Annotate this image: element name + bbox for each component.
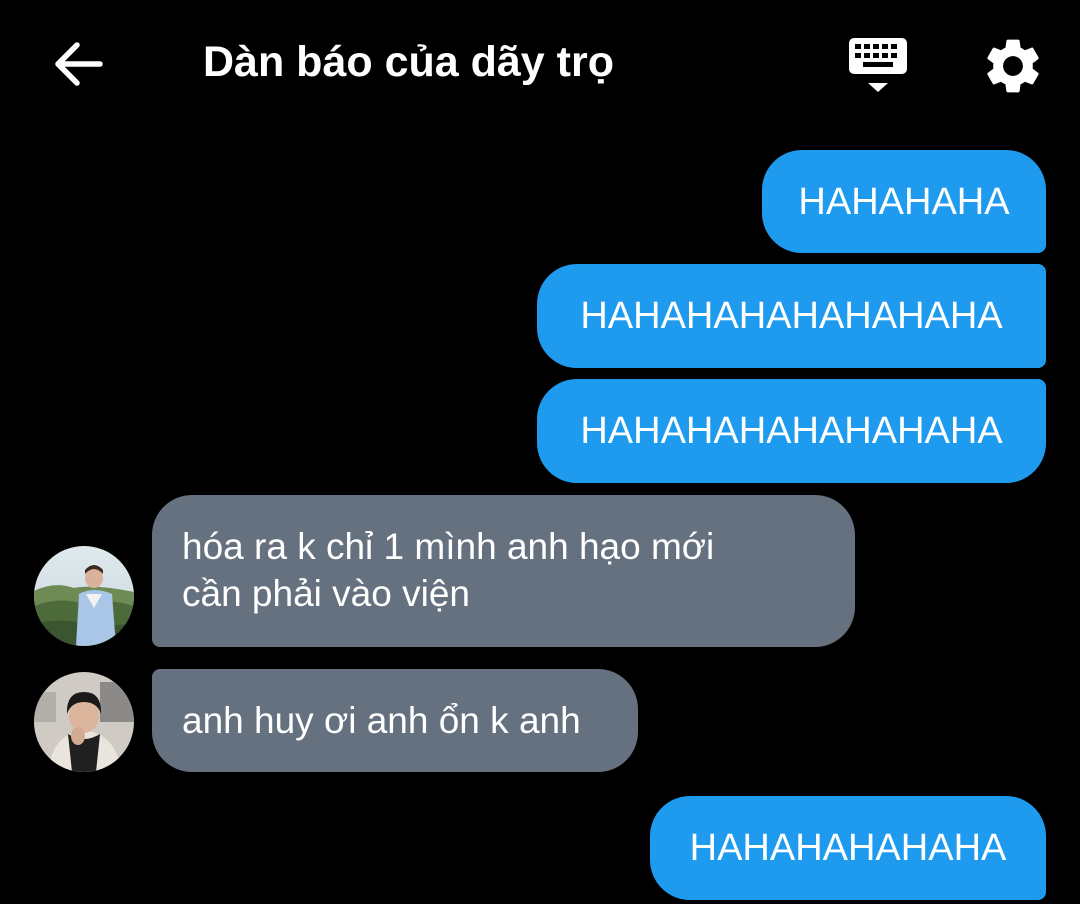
outgoing-message[interactable]: HAHAHAHA (762, 150, 1046, 253)
message-text-line: hóa ra k chỉ 1 mình anh hạo mới (182, 526, 715, 567)
outgoing-message[interactable]: HAHAHAHAHAHAHAHA (537, 264, 1046, 368)
sender-avatar[interactable] (34, 672, 134, 772)
chat-title: Dàn báo của dãy trọ (203, 38, 614, 86)
settings-button[interactable] (980, 33, 1046, 99)
gear-icon (987, 39, 1039, 93)
avatar-photo-landscape (34, 546, 134, 646)
message-text: HAHAHAHAHAHA (689, 827, 1007, 869)
chat-screen: Dàn báo của dãy trọ HAHAHAHA HAHAHAHAHAH… (0, 0, 1080, 904)
message-text: HAHAHAHAHAHAHAHA (580, 295, 1003, 337)
message-text: HAHAHAHAHAHAHAHA (580, 410, 1003, 452)
keyboard-icon (849, 38, 907, 92)
avatar-photo-portrait (34, 672, 134, 772)
outgoing-message[interactable]: HAHAHAHAHAHAHAHA (537, 379, 1046, 483)
chat-header: Dàn báo của dãy trọ (0, 0, 1080, 125)
message-text-line: cần phải vào viện (182, 573, 470, 614)
message-text: HAHAHAHA (798, 180, 1010, 223)
message-text: anh huy ơi anh ổn k anh (182, 700, 581, 741)
arrow-left-icon (55, 42, 103, 86)
sender-avatar[interactable] (34, 546, 134, 646)
incoming-message[interactable]: hóa ra k chỉ 1 mình anh hạo mới cần phải… (152, 495, 855, 647)
incoming-message[interactable]: anh huy ơi anh ổn k anh (152, 669, 638, 772)
outgoing-message[interactable]: HAHAHAHAHAHA (650, 796, 1046, 900)
keyboard-button[interactable] (846, 34, 910, 98)
back-button[interactable] (48, 34, 108, 94)
